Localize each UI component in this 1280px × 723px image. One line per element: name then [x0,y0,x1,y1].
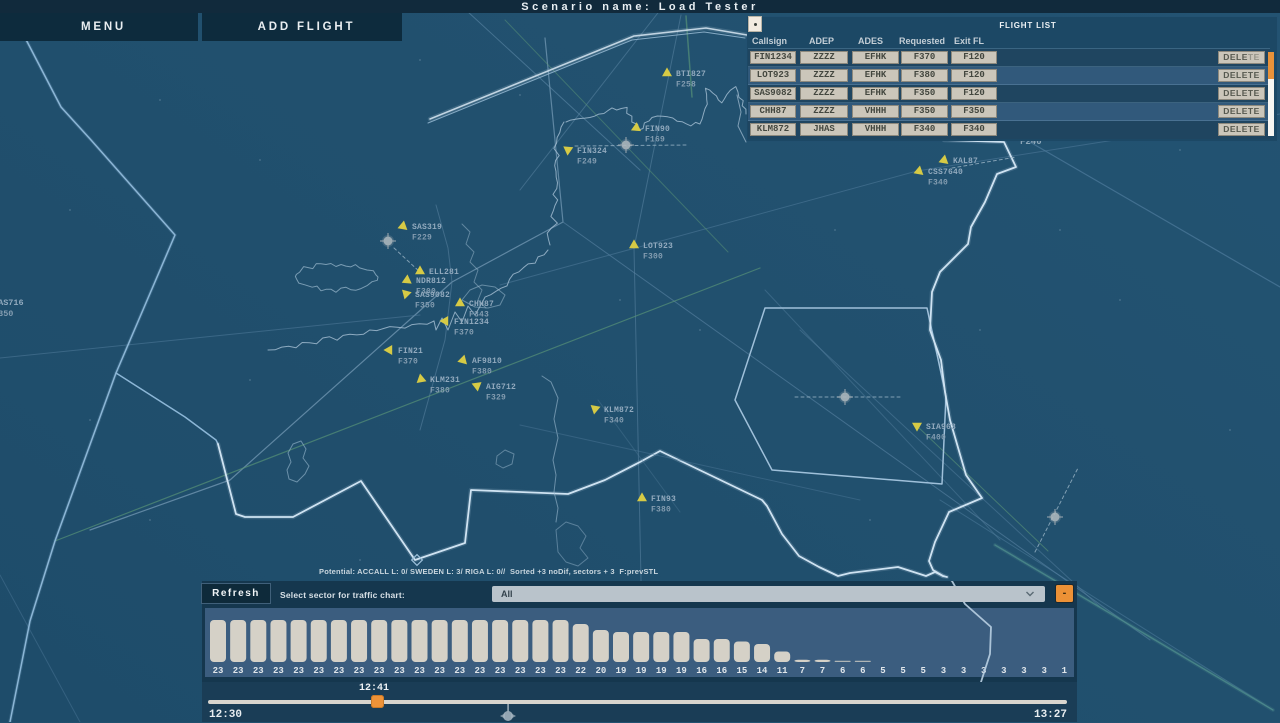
svg-text:F380: F380 [430,387,450,396]
svg-text:F229: F229 [412,234,432,243]
svg-text:F258: F258 [676,81,696,90]
svg-text:16: 16 [716,666,727,676]
svg-text:NDR812: NDR812 [416,277,446,286]
svg-text:F400: F400 [926,434,946,443]
svg-text:23: 23 [515,666,526,676]
svg-text:SIA963: SIA963 [926,423,956,432]
svg-text:F329: F329 [486,394,506,403]
svg-text:23: 23 [213,666,224,676]
svg-text:SAS9082: SAS9082 [415,291,450,300]
svg-text:23: 23 [495,666,506,676]
svg-text:3: 3 [1021,666,1026,676]
svg-text:23: 23 [313,666,324,676]
svg-text:SAS716: SAS716 [0,298,24,308]
svg-text:14: 14 [757,666,768,676]
svg-text:LOT923: LOT923 [643,242,673,251]
svg-text:F350: F350 [415,302,435,311]
svg-text:F370: F370 [398,358,418,367]
svg-text:BTI827: BTI827 [676,70,706,79]
svg-text:23: 23 [273,666,284,676]
svg-text:6: 6 [860,666,865,676]
svg-text:1: 1 [1062,666,1068,676]
svg-text:15: 15 [736,666,747,676]
svg-text:20: 20 [595,666,606,676]
svg-text:F169: F169 [645,136,665,145]
svg-text:KLM872: KLM872 [604,406,634,415]
svg-text:AIG712: AIG712 [486,383,516,392]
svg-text:5: 5 [921,666,926,676]
svg-text:SAS319: SAS319 [412,223,442,232]
svg-text:F380: F380 [651,506,671,515]
svg-text:CSS7640: CSS7640 [928,168,963,177]
svg-text:23: 23 [233,666,244,676]
svg-text:FIN1234: FIN1234 [454,318,489,327]
svg-text:5: 5 [880,666,885,676]
svg-text:19: 19 [656,666,667,676]
svg-text:23: 23 [374,666,385,676]
svg-text:F340: F340 [604,417,624,426]
svg-text:7: 7 [800,666,805,676]
svg-text:22: 22 [575,666,586,676]
svg-text:11: 11 [777,666,788,676]
svg-text:F370: F370 [454,329,474,338]
svg-text:FIN21: FIN21 [398,347,423,356]
svg-text:23: 23 [535,666,546,676]
svg-text:F380: F380 [472,368,492,377]
svg-text:23: 23 [475,666,486,676]
svg-text:FIN93: FIN93 [651,495,676,504]
svg-text:3: 3 [961,666,966,676]
svg-text:19: 19 [636,666,647,676]
svg-text:23: 23 [394,666,405,676]
svg-text:3: 3 [981,666,986,676]
svg-text:KAL87: KAL87 [953,157,978,166]
svg-text:ELL281: ELL281 [429,268,459,277]
svg-text:6: 6 [840,666,845,676]
svg-text:23: 23 [414,666,425,676]
svg-text:19: 19 [676,666,687,676]
svg-text:7: 7 [820,666,825,676]
svg-text:FIN90: FIN90 [645,125,670,134]
svg-text:F350: F350 [0,309,13,319]
svg-text:23: 23 [253,666,264,676]
svg-text:16: 16 [696,666,707,676]
svg-text:CHH87: CHH87 [469,300,494,309]
svg-text:5: 5 [900,666,905,676]
svg-text:23: 23 [555,666,566,676]
svg-text:F300: F300 [643,253,663,262]
svg-text:23: 23 [434,666,445,676]
svg-text:KLM231: KLM231 [430,376,460,385]
svg-text:23: 23 [293,666,304,676]
svg-text:23: 23 [454,666,465,676]
svg-text:19: 19 [616,666,627,676]
svg-text:F340: F340 [928,179,948,188]
svg-text:3: 3 [1001,666,1006,676]
svg-text:3: 3 [941,666,946,676]
svg-text:AF9810: AF9810 [472,357,502,366]
svg-text:F249: F249 [577,158,597,167]
svg-text:3: 3 [1041,666,1046,676]
svg-text:23: 23 [333,666,344,676]
svg-text:23: 23 [354,666,365,676]
svg-text:FIN324: FIN324 [577,147,607,156]
